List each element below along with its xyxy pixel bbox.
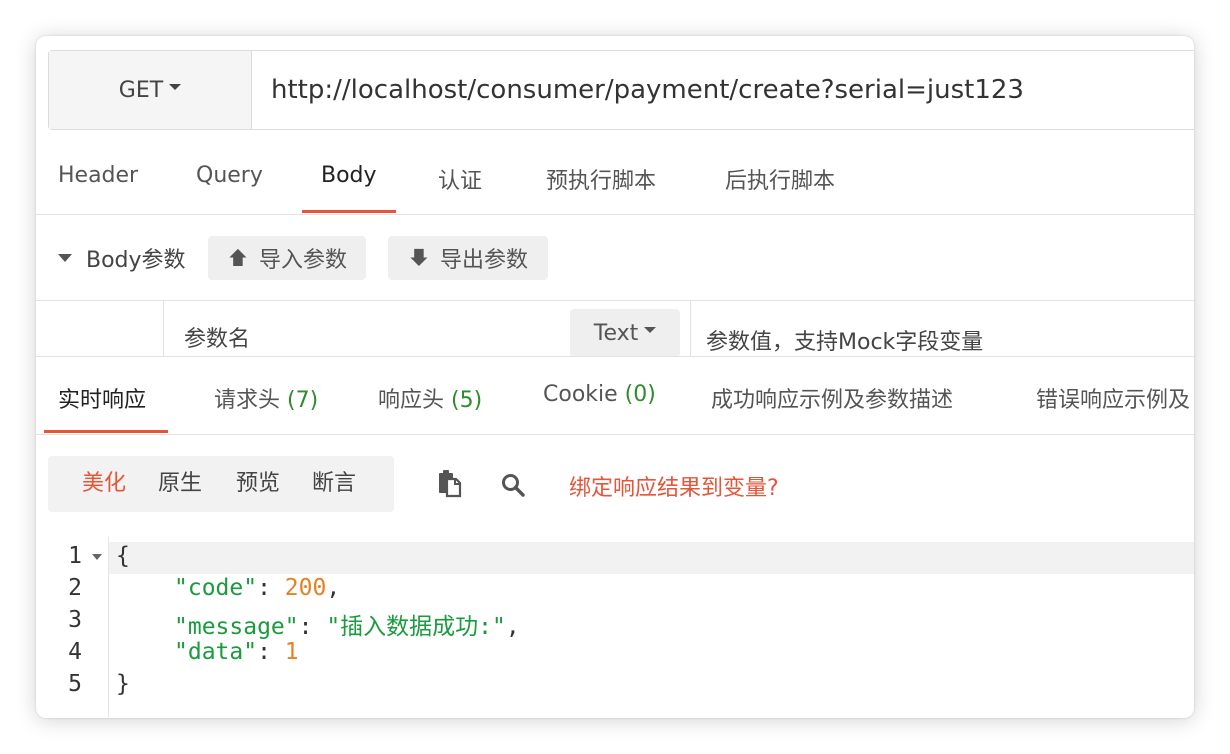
fold-caret-icon[interactable] (92, 554, 102, 560)
tab-realtime-response[interactable]: 实时响应 (58, 382, 146, 414)
tab-pre-script[interactable]: 预执行脚本 (546, 163, 656, 195)
highlighted-line (109, 542, 1194, 574)
divider (36, 214, 1194, 215)
param-type-label: Text (593, 320, 639, 346)
caret-down-icon (58, 254, 72, 262)
code-line: "message": "插入数据成功:", (174, 607, 520, 641)
code-line: "data": 1 (174, 639, 299, 665)
json-value: 1 (284, 639, 299, 665)
json-value: "插入数据成功:" (326, 614, 506, 640)
code-line: { (116, 543, 130, 569)
code-line: } (116, 671, 130, 697)
view-mode-group: 美化 原生 预览 断言 (48, 456, 394, 512)
tab-request-headers[interactable]: 请求头 (7) (214, 382, 318, 414)
column-divider (163, 300, 164, 356)
divider (36, 300, 1194, 301)
tab-header[interactable]: Header (58, 163, 138, 188)
arrow-down-icon (410, 248, 428, 266)
param-type-select[interactable]: Text (570, 309, 680, 357)
line-number: 3 (68, 607, 82, 633)
count-badge: (0) (624, 382, 656, 407)
tab-body[interactable]: Body (321, 163, 377, 188)
api-client-window: GET http://localhost/consumer/payment/cr… (36, 36, 1194, 718)
count-badge: (5) (451, 388, 483, 413)
tab-auth[interactable]: 认证 (438, 163, 482, 195)
count-badge: (7) (287, 388, 319, 413)
bind-response-link[interactable]: 绑定响应结果到变量? (569, 470, 779, 502)
active-tab-indicator (44, 430, 168, 433)
line-number: 2 (68, 575, 82, 601)
body-params-title: Body参数 (86, 248, 186, 273)
json-colon: : (298, 614, 327, 640)
tab-label: 成功响应示例及参数描述 (711, 388, 954, 413)
json-key: "code" (174, 575, 258, 601)
divider (36, 434, 1194, 435)
line-number: 5 (68, 671, 82, 697)
tab-post-script[interactable]: 后执行脚本 (725, 163, 835, 195)
tab-label: 错误响应示例及 (1036, 388, 1191, 413)
export-params-label: 导出参数 (439, 248, 528, 273)
tab-cookie[interactable]: Cookie (0) (543, 382, 656, 407)
tab-label: 实时响应 (58, 388, 147, 413)
import-params-label: 导入参数 (258, 248, 347, 273)
json-colon: : (257, 639, 285, 665)
view-mode-preview[interactable]: 预览 (236, 456, 280, 512)
tab-error-examples[interactable]: 错误响应示例及 (1036, 382, 1190, 414)
param-value-input[interactable]: 参数值，支持Mock字段变量 (706, 324, 983, 356)
gutter-divider (108, 536, 109, 718)
import-params-button[interactable]: 导入参数 (208, 236, 366, 280)
export-params-button[interactable]: 导出参数 (388, 236, 548, 280)
url-bar: GET http://localhost/consumer/payment/cr… (48, 50, 1194, 130)
json-comma: , (505, 614, 520, 640)
code-line: "code": 200, (174, 575, 340, 601)
tab-query[interactable]: Query (196, 163, 263, 188)
json-value: 200 (284, 575, 327, 601)
view-mode-raw[interactable]: 原生 (158, 456, 202, 512)
view-mode-pretty[interactable]: 美化 (82, 456, 126, 512)
method-select[interactable]: GET (49, 51, 252, 129)
body-params-toggle[interactable]: Body参数 (58, 236, 186, 280)
view-mode-assert[interactable]: 断言 (312, 456, 356, 512)
tab-label: 响应头 (378, 388, 451, 413)
copy-icon[interactable] (436, 470, 462, 502)
json-key: "message" (174, 614, 299, 640)
active-tab-indicator (302, 210, 396, 213)
tab-label: Cookie (543, 382, 625, 407)
chevron-down-icon (644, 327, 657, 333)
url-input[interactable]: http://localhost/consumer/payment/create… (271, 51, 1024, 129)
column-divider (690, 300, 691, 356)
tab-label: 请求头 (214, 388, 287, 413)
tab-response-headers[interactable]: 响应头 (5) (378, 382, 482, 414)
arrow-up-icon (229, 248, 247, 266)
tab-success-examples[interactable]: 成功响应示例及参数描述 (711, 382, 953, 414)
search-icon[interactable] (500, 472, 526, 502)
json-colon: : (257, 575, 285, 601)
json-key: "data" (174, 639, 258, 665)
param-name-input[interactable]: 参数名 (184, 321, 250, 353)
divider (36, 356, 1194, 357)
method-label: GET (118, 77, 164, 103)
line-number: 4 (68, 639, 82, 665)
line-number: 1 (68, 543, 82, 569)
json-comma: , (326, 575, 341, 601)
chevron-down-icon (169, 84, 182, 90)
